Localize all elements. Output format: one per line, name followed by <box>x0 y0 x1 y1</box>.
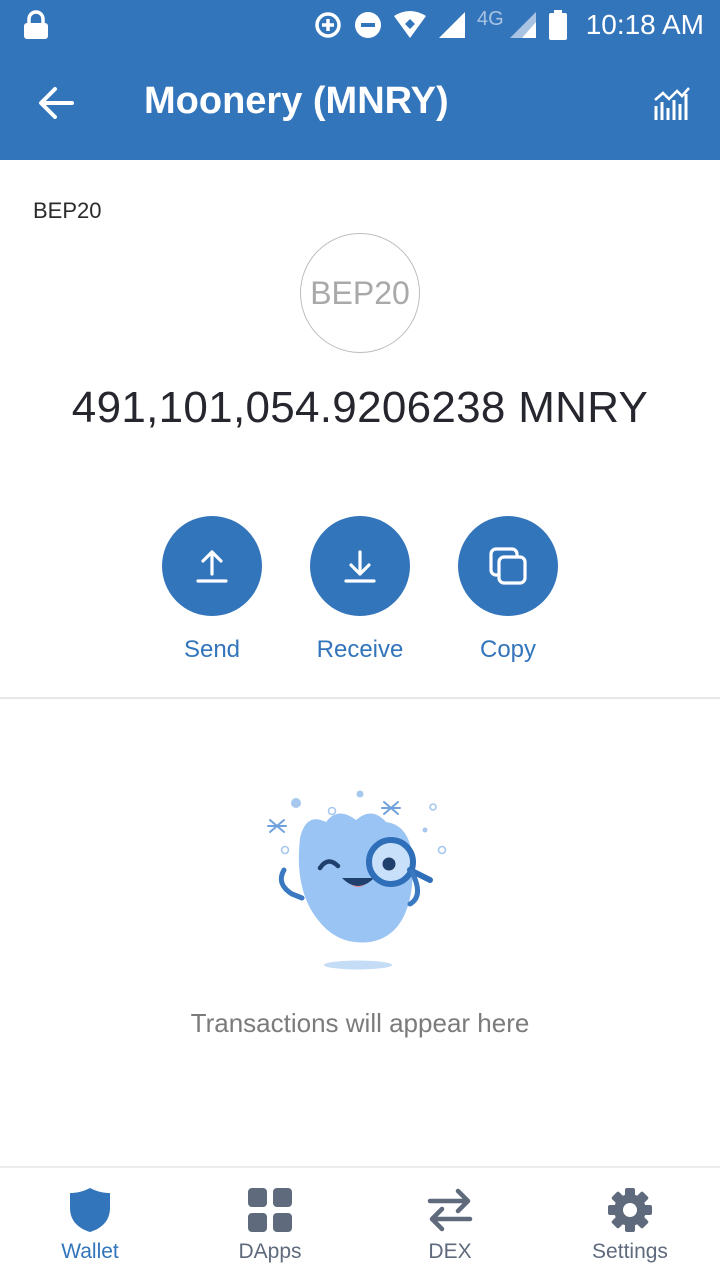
swap-icon <box>426 1186 474 1234</box>
token-logo-text: BEP20 <box>310 274 410 311</box>
send-button[interactable]: Send <box>152 516 272 664</box>
nav-label-dex: DEX <box>428 1240 472 1263</box>
copy-label: Copy <box>479 636 537 663</box>
network-label: BEP20 <box>33 198 102 223</box>
nav-item-wallet[interactable]: Wallet <box>0 1168 180 1280</box>
bottom-nav: Wallet DApps DEX Settings <box>0 1166 720 1280</box>
data-saver-icon <box>315 12 341 38</box>
section-divider <box>0 697 720 699</box>
network-type: 4G <box>477 7 504 30</box>
copy-button[interactable]: Copy <box>448 516 568 664</box>
copy-circle[interactable] <box>458 516 558 616</box>
action-row: Send Receive Copy <box>0 516 720 676</box>
token-balance: 491,101,054.9206238 MNRY <box>71 383 649 432</box>
token-logo: BEP20 <box>300 233 420 353</box>
empty-state-text: Transactions will appear here <box>190 1008 530 1038</box>
searching-mascot-illustration <box>267 790 447 970</box>
nav-label-wallet: Wallet <box>61 1240 119 1263</box>
signal-icon <box>439 12 465 38</box>
signal-4g-icon <box>509 12 536 38</box>
nav-label-settings: Settings <box>592 1240 668 1263</box>
clock: 10:18 AM <box>585 9 704 40</box>
shield-icon <box>66 1186 114 1234</box>
grid-icon <box>246 1186 294 1234</box>
wifi-icon <box>394 11 426 38</box>
copy-icon <box>489 547 527 585</box>
nav-item-settings[interactable]: Settings <box>540 1168 720 1280</box>
nav-item-dapps[interactable]: DApps <box>180 1168 360 1280</box>
receive-button[interactable]: Receive <box>300 516 420 664</box>
send-circle[interactable] <box>162 516 262 616</box>
nav-label-dapps: DApps <box>238 1240 302 1263</box>
upload-icon <box>196 550 228 583</box>
status-icons: 4G 10:18 AM <box>313 6 704 44</box>
chart-icon[interactable] <box>652 84 692 124</box>
lock-icon <box>24 10 48 39</box>
page-title: Moonery (MNRY) <box>144 80 449 122</box>
app-bar: Moonery (MNRY) <box>0 50 720 160</box>
arrow-left-icon[interactable] <box>36 83 76 123</box>
dnd-icon <box>355 12 381 38</box>
send-label: Send <box>183 636 241 663</box>
battery-icon <box>548 10 567 40</box>
status-bar: 4G 10:18 AM <box>0 0 720 50</box>
nav-item-dex[interactable]: DEX <box>360 1168 540 1280</box>
download-icon <box>344 550 376 583</box>
receive-circle[interactable] <box>310 516 410 616</box>
receive-label: Receive <box>316 636 404 663</box>
gear-icon <box>606 1186 654 1234</box>
